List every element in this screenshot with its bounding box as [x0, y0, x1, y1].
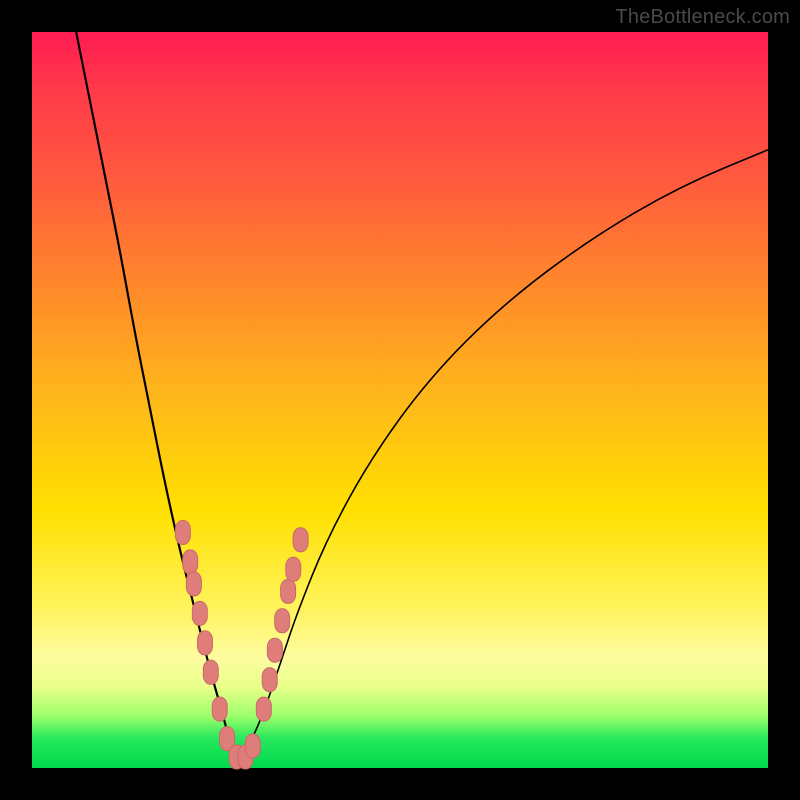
- marker: [186, 572, 201, 596]
- marker: [245, 734, 260, 758]
- chart-frame: TheBottleneck.com: [0, 0, 800, 800]
- plot-area: [32, 32, 768, 768]
- marker: [281, 579, 296, 603]
- marker: [286, 557, 301, 581]
- chart-svg: [32, 32, 768, 768]
- marker: [267, 638, 282, 662]
- marker: [198, 631, 213, 655]
- marker: [256, 697, 271, 721]
- watermark-text: TheBottleneck.com: [615, 6, 790, 29]
- marker: [212, 697, 227, 721]
- marker: [293, 528, 308, 552]
- marker: [192, 601, 207, 625]
- marker: [175, 521, 190, 545]
- marker: [275, 609, 290, 633]
- marker: [183, 550, 198, 574]
- marker-layer: [175, 521, 308, 770]
- marker: [262, 668, 277, 692]
- v-curve-right: [238, 150, 768, 761]
- marker: [203, 660, 218, 684]
- v-curve-left: [76, 32, 238, 761]
- curve-layer: [76, 32, 768, 761]
